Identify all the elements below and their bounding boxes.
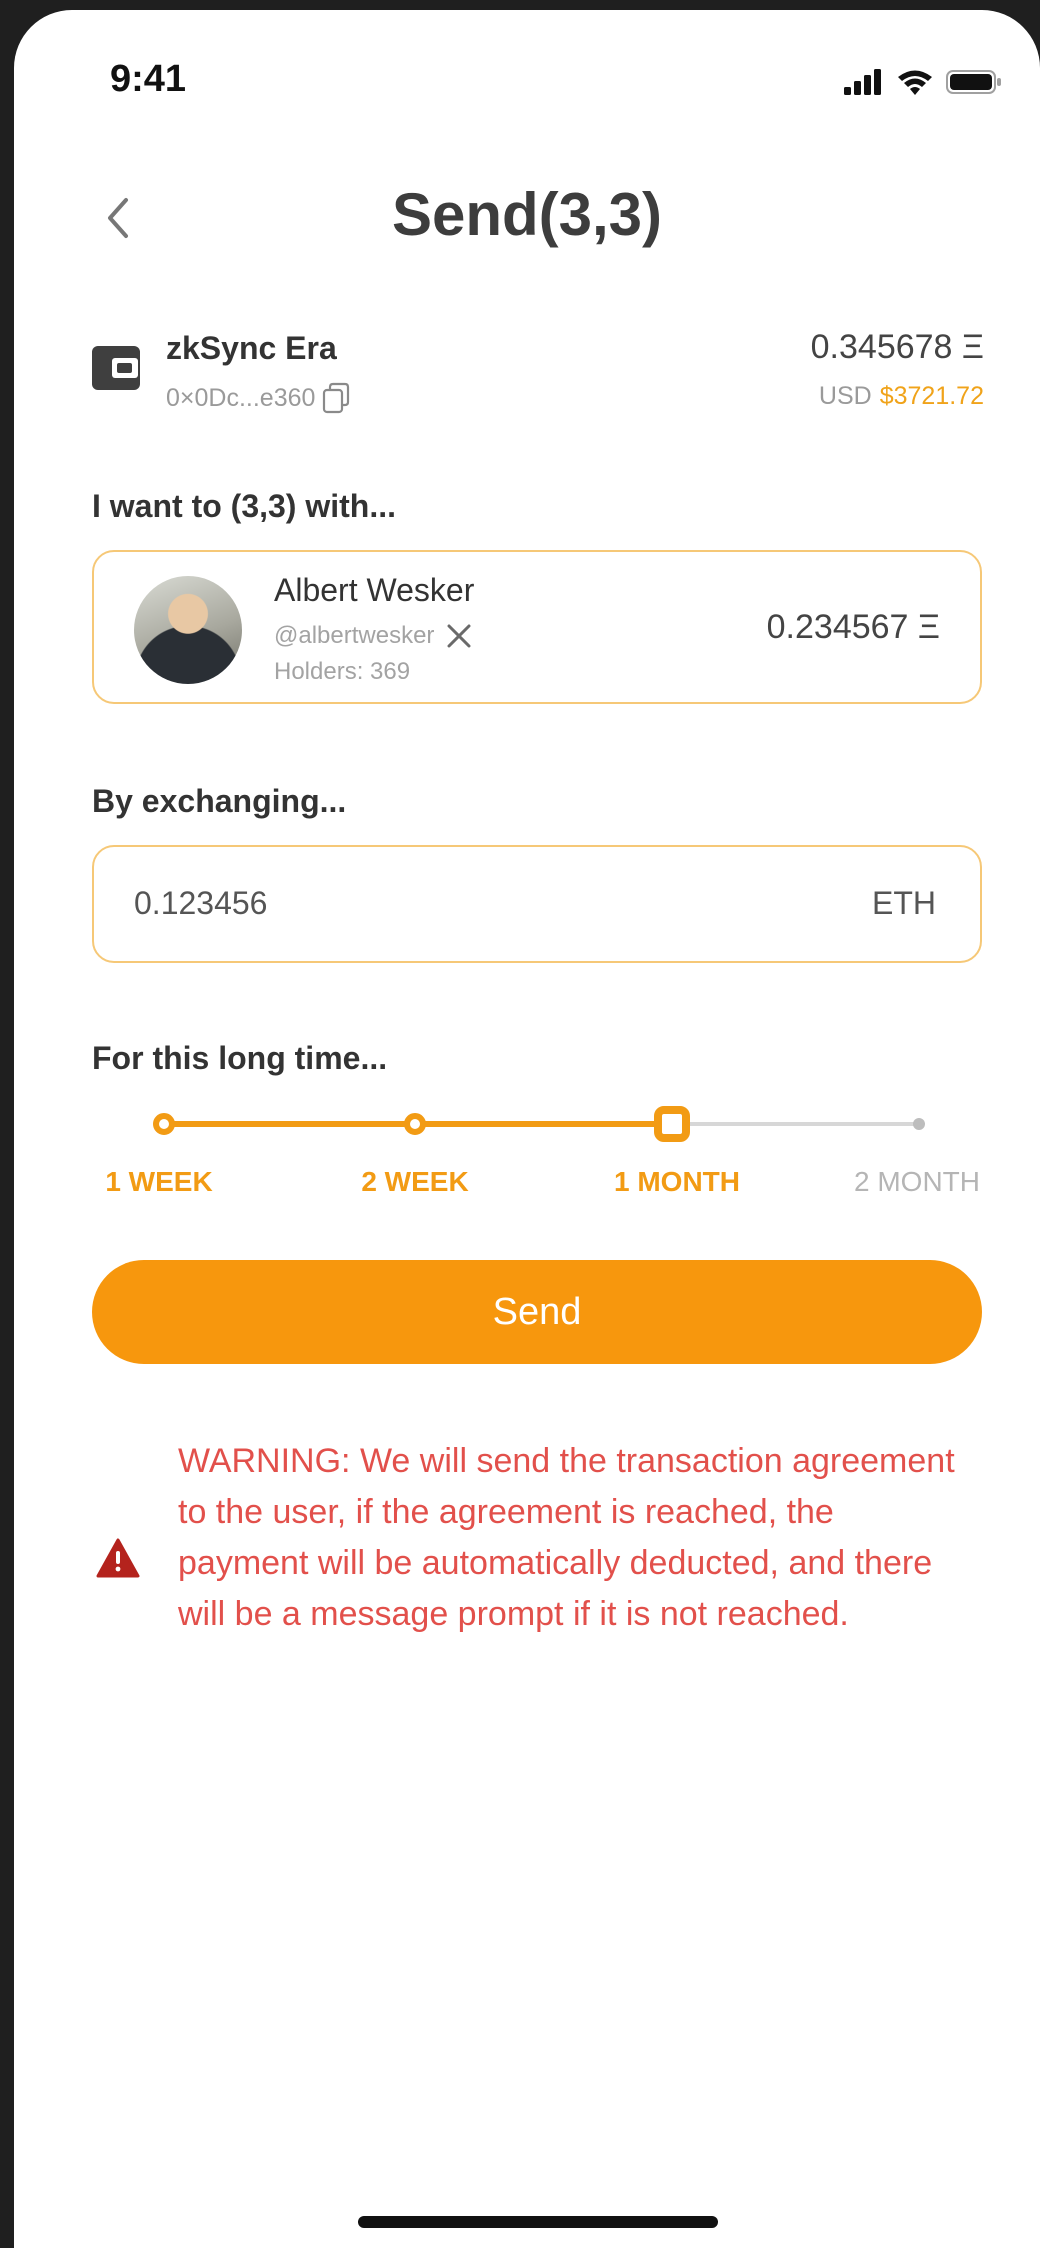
warning-text: WARNING: We will send the transaction ag…: [178, 1442, 955, 1633]
duration-label-1-week[interactable]: 1 WEEK: [74, 1166, 244, 1198]
user-name: Albert Wesker: [274, 572, 475, 608]
wallet-balance: 0.345678 Ξ: [810, 328, 984, 366]
duration-step-1-month[interactable]: [654, 1106, 690, 1142]
page-title: Send(3,3): [391, 181, 663, 248]
status-icons: [844, 68, 1002, 96]
avatar: [134, 576, 242, 684]
user-handle: @albertwesker: [274, 622, 472, 650]
duration-label-2-week[interactable]: 2 WEEK: [330, 1166, 500, 1198]
usd-value: $3721.72: [879, 382, 984, 410]
phone-screen: 9:41 Send(3,3) zkSync Era 0×0Dc...e360 0…: [14, 10, 1040, 2248]
target-section-label: I want to (3,3) with...: [92, 488, 396, 524]
target-user-card[interactable]: Albert Wesker @albertwesker Holders: 369…: [92, 550, 982, 704]
wallet-name: zkSync Era: [166, 330, 337, 366]
exchange-amount-input[interactable]: 0.123456 ETH: [92, 845, 982, 963]
x-logo-icon: [447, 624, 471, 648]
duration-label-2-month[interactable]: 2 MONTH: [822, 1166, 1012, 1198]
duration-step-2-month[interactable]: [913, 1118, 925, 1130]
wallet-icon: [92, 346, 140, 390]
duration-step-1-week[interactable]: [153, 1113, 175, 1135]
wallet-address: 0×0Dc...e360: [166, 382, 351, 414]
wifi-icon: [898, 70, 932, 95]
duration-label-1-month[interactable]: 1 MONTH: [582, 1166, 772, 1198]
wallet-usd: USD $3721.72: [819, 382, 984, 411]
duration-section-label: For this long time...: [92, 1040, 388, 1076]
signal-icon: [844, 69, 881, 95]
status-time: 9:41: [110, 58, 187, 100]
user-holders: Holders: 369: [274, 658, 411, 685]
duration-step-2-week[interactable]: [404, 1113, 426, 1135]
battery-icon: [946, 70, 1001, 94]
user-handle-text: @albertwesker: [274, 622, 435, 649]
send-button[interactable]: Send: [92, 1260, 982, 1364]
usd-label: USD: [818, 382, 872, 410]
copy-icon[interactable]: [321, 382, 351, 414]
exchange-amount-unit: ETH: [872, 885, 936, 921]
warning-triangle-icon: [96, 1538, 140, 1578]
wallet-address-text: 0×0Dc...e360: [166, 383, 316, 412]
exchange-section-label: By exchanging...: [92, 783, 347, 819]
user-amount: 0.234567 Ξ: [766, 608, 940, 646]
exchange-amount-value: 0.123456: [134, 885, 268, 921]
home-indicator: [358, 2216, 718, 2228]
